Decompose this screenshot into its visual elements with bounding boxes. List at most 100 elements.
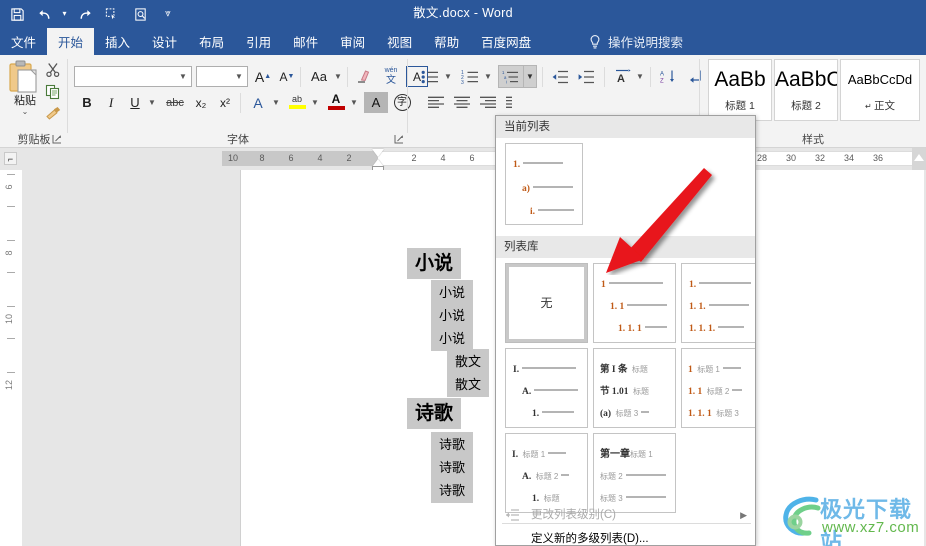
ruler-tick-label: 6	[4, 184, 14, 190]
first-line-indent-marker[interactable]	[372, 149, 384, 157]
tab-home[interactable]: 开始	[47, 28, 95, 55]
tile-row: (a) 标题 3	[600, 403, 650, 421]
bullets-chevron-down-icon[interactable]: ▼	[442, 66, 454, 87]
align-center-button[interactable]	[450, 92, 474, 113]
tile-row: 1. 1	[610, 296, 668, 314]
document-line-heading-1[interactable]: 小说	[407, 248, 462, 279]
text-effects-button[interactable]: A	[246, 92, 270, 113]
strikethrough-button[interactable]: abc	[162, 92, 188, 113]
tile-row: A. 标题 2	[522, 466, 570, 484]
cut-button[interactable]	[40, 59, 66, 81]
ruler-tick-label: 6	[469, 153, 475, 163]
character-shading-button[interactable]: A	[364, 92, 388, 113]
list-tile-roman-alpha-num[interactable]: I. A. 1.	[505, 348, 588, 428]
document-line-body-8[interactable]: 诗歌	[431, 478, 474, 503]
chinese-layout-button[interactable]: A	[610, 66, 634, 87]
document-line-body-7[interactable]: 诗歌	[431, 455, 474, 480]
tab-file[interactable]: 文件	[0, 28, 47, 55]
italic-button[interactable]: I	[100, 92, 122, 113]
tab-layout[interactable]: 布局	[188, 28, 235, 55]
underline-button[interactable]: U	[124, 92, 146, 113]
current-list-tile[interactable]: 1. a) i.	[505, 143, 583, 225]
vertical-ruler[interactable]: 6 8 10 12	[0, 170, 22, 546]
menu-item-define-new-list[interactable]: 定义新的多级列表(D)...	[497, 528, 755, 545]
chevron-down-icon[interactable]: ▼	[177, 72, 189, 81]
list-tile-article-section[interactable]: 第 I 条 标题 节 1.01 标题 (a) 标题 3	[593, 348, 676, 428]
sort-button[interactable]: AZ	[656, 66, 680, 87]
list-tile-chapter[interactable]: 第一章标题 1 标题 2 标题 3	[593, 433, 676, 513]
shrink-font-button[interactable]: A ▼	[276, 66, 298, 87]
decrease-indent-button[interactable]	[548, 66, 572, 87]
document-line-body-1[interactable]: 小说	[431, 280, 474, 305]
tab-references[interactable]: 引用	[235, 28, 282, 55]
tab-stop-selector[interactable]: ⌐	[0, 148, 22, 170]
tab-mailings[interactable]: 邮件	[282, 28, 329, 55]
font-dialog-launcher[interactable]	[394, 134, 406, 146]
change-case-button[interactable]: Aa	[306, 66, 332, 87]
document-line-body-4[interactable]: 散文	[447, 349, 490, 374]
superscript-button[interactable]: x²	[214, 92, 236, 113]
phonetic-guide-button[interactable]: wén 文	[378, 64, 404, 88]
multilevel-list-chevron-down-icon[interactable]: ▼	[524, 65, 537, 88]
ruler-tick-label: 4	[440, 153, 446, 163]
tell-me-search[interactable]: 操作说明搜索	[588, 28, 683, 55]
font-name-combo[interactable]: ▼	[74, 66, 192, 87]
style-item-heading1[interactable]: AaBb 标题 1	[708, 59, 772, 121]
tab-baidu-netdisk[interactable]: 百度网盘	[470, 28, 542, 55]
highlight-chevron-down-icon[interactable]: ▼	[309, 92, 321, 113]
tab-help[interactable]: 帮助	[423, 28, 470, 55]
text-highlight-button[interactable]: ab	[285, 89, 309, 113]
subscript-button[interactable]: x₂	[190, 92, 212, 113]
numbering-button[interactable]: 123	[458, 66, 482, 87]
list-tile-num-1dot[interactable]: 1. 1. 1. 1. 1. 1.	[681, 263, 755, 343]
multilevel-list-button[interactable]: 1ai	[498, 65, 524, 88]
ruler-tick	[7, 272, 15, 273]
numbering-chevron-down-icon[interactable]: ▼	[482, 66, 494, 87]
font-color-swatch	[327, 105, 345, 110]
ruler-tick	[7, 306, 15, 307]
tab-view[interactable]: 视图	[376, 28, 423, 55]
document-line-body-3[interactable]: 小说	[431, 326, 474, 351]
list-tile-none[interactable]: 无	[505, 263, 588, 343]
bold-button[interactable]: B	[76, 92, 98, 113]
justify-button[interactable]	[502, 92, 516, 113]
align-right-button[interactable]	[476, 92, 500, 113]
grow-font-button[interactable]: A ▲	[252, 66, 274, 87]
tab-review[interactable]: 审阅	[329, 28, 376, 55]
change-case-chevron-down-icon[interactable]: ▼	[332, 66, 344, 87]
font-color-chevron-down-icon[interactable]: ▼	[348, 92, 360, 113]
tile-rule	[722, 366, 741, 369]
chinese-layout-chevron-down-icon[interactable]: ▼	[634, 66, 646, 87]
list-tile-roman-heading[interactable]: I. 标题 1 A. 标题 2 1. 标题	[505, 433, 588, 513]
tile-row: 1.	[689, 274, 752, 292]
document-line-heading-2[interactable]: 诗歌	[407, 398, 462, 429]
font-color-button[interactable]: A	[324, 89, 348, 113]
tile-rule	[627, 303, 668, 306]
font-size-combo[interactable]: ▼	[196, 66, 248, 87]
scroll-up-arrow-icon[interactable]	[914, 154, 924, 161]
bullets-button[interactable]	[418, 66, 442, 87]
document-line-body-2[interactable]: 小说	[431, 303, 474, 328]
copy-button[interactable]	[40, 81, 66, 103]
tab-design[interactable]: 设计	[141, 28, 188, 55]
style-item-heading2[interactable]: AaBbC 标题 2	[774, 59, 838, 121]
svg-text:Z: Z	[660, 79, 664, 85]
increase-indent-button[interactable]	[574, 66, 598, 87]
list-tile-heading-num[interactable]: 1 标题 1 1. 1 标题 2 1. 1. 1 标题 3	[681, 348, 755, 428]
style-item-normal[interactable]: AaBbCcDd ↵ 正文	[840, 59, 920, 121]
document-line-body-5[interactable]: 散文	[447, 372, 490, 397]
clipboard-dialog-launcher[interactable]	[52, 134, 64, 146]
text-effects-chevron-down-icon[interactable]: ▼	[270, 92, 282, 113]
clear-formatting-button[interactable]	[352, 66, 376, 87]
format-painter-button[interactable]	[40, 103, 66, 125]
underline-chevron-down-icon[interactable]: ▼	[146, 92, 158, 113]
svg-text:i: i	[506, 79, 507, 83]
document-line-body-6[interactable]: 诗歌	[431, 432, 474, 457]
list-tile-num-1-11-111[interactable]: 1 1. 1 1. 1. 1	[593, 263, 676, 343]
menu-item-change-list-level[interactable]: 更改列表级别(C) ▶	[497, 504, 755, 526]
chevron-down-icon[interactable]: ▼	[233, 72, 245, 81]
align-left-button[interactable]	[424, 92, 448, 113]
horizontal-ruler[interactable]: 10 8 6 4 2 2 4 6 28 30 32 34 36 ⌐	[0, 148, 926, 173]
tab-insert[interactable]: 插入	[94, 28, 141, 55]
watermark-url: www.xz7.com	[822, 519, 920, 536]
